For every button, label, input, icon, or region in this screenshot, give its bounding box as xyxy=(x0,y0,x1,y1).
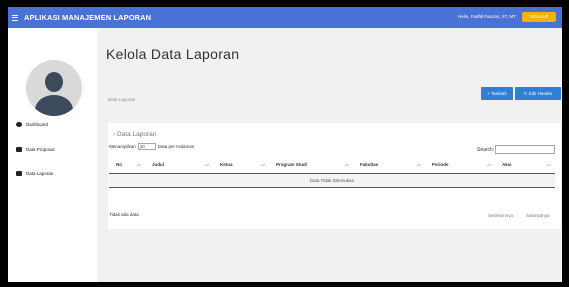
pagination-next[interactable]: Selanjutnya xyxy=(526,213,550,218)
empty-table-message: Data Tidak Ditemukan xyxy=(109,173,555,188)
column-header-ketua[interactable]: Ketua ▴▾ xyxy=(213,156,269,174)
breadcrumb[interactable]: Data Laporan xyxy=(108,97,135,102)
table-header-row: No ▴▾ Judul ▴▾ Ketua ▴▾ Program Studi ▴▾ Fak… xyxy=(109,156,555,174)
pagination-prev[interactable]: Sebelumnya xyxy=(488,213,513,218)
table-info: Tidak ada data xyxy=(109,212,139,217)
menu-icon[interactable] xyxy=(12,14,18,21)
top-navbar: APLIKASI MANAJEMEN LAPORAN Hello, Fadhli… xyxy=(8,7,562,28)
column-header-aksi[interactable]: Aksi ▴▾ xyxy=(495,156,555,174)
avatar xyxy=(26,60,82,116)
data-card: › Data Laporan Menampilkan 10 Data per H… xyxy=(108,123,561,229)
length-prefix: Menampilkan xyxy=(109,144,136,149)
book-icon xyxy=(16,171,22,176)
length-suffix: Data per Halaman xyxy=(157,144,195,149)
search-input[interactable] xyxy=(495,145,555,154)
app-window: APLIKASI MANAJEMEN LAPORAN Hello, Fadhli… xyxy=(8,7,562,282)
sidebar-item-label: Dashboard xyxy=(26,122,49,127)
page-length-control: Menampilkan 10 Data per Halaman xyxy=(109,143,194,150)
sidebar-item-label: Data Proposal xyxy=(26,147,55,152)
column-header-no[interactable]: No ▴▾ xyxy=(109,156,145,174)
table-row: Data Tidak Ditemukan xyxy=(109,173,555,188)
column-header-judul[interactable]: Judul ▴▾ xyxy=(145,156,213,174)
add-button[interactable]: + Tambah xyxy=(481,87,513,100)
column-header-fakultas[interactable]: Fakultas ▴▾ xyxy=(353,156,425,174)
page-title: Kelola Data Laporan xyxy=(106,46,240,62)
edit-header-button[interactable]: ✎ Edit Header xyxy=(515,87,561,100)
app-title: APLIKASI MANAJEMEN LAPORAN xyxy=(24,13,152,22)
data-table: No ▴▾ Judul ▴▾ Ketua ▴▾ Program Studi ▴▾ Fak… xyxy=(109,156,555,188)
card-title: › Data Laporan xyxy=(113,131,157,138)
sidebar-item-data-proposal[interactable]: Data Proposal xyxy=(16,147,55,152)
sidebar-item-label: Data Laporan xyxy=(26,171,54,176)
user-greeting: Hello, Fadhli Fauzan, ST, MT xyxy=(457,14,516,19)
column-header-program-studi[interactable]: Program Studi ▴▾ xyxy=(269,156,353,174)
page-length-select[interactable]: 10 xyxy=(137,143,156,150)
sidebar-item-dashboard[interactable]: Dashboard xyxy=(16,122,48,127)
search-label: Search: xyxy=(477,147,495,153)
sidebar-item-data-laporan[interactable]: Data Laporan xyxy=(16,171,53,176)
logout-button[interactable]: KELUAR xyxy=(522,12,556,22)
dashboard-icon xyxy=(16,122,22,127)
book-icon xyxy=(16,147,22,152)
sidebar: Dashboard Data Proposal Data Laporan xyxy=(8,28,97,282)
main-content: Kelola Data Laporan Data Laporan + Tamba… xyxy=(97,28,562,282)
column-header-periode[interactable]: Periode ▴▾ xyxy=(425,156,495,174)
